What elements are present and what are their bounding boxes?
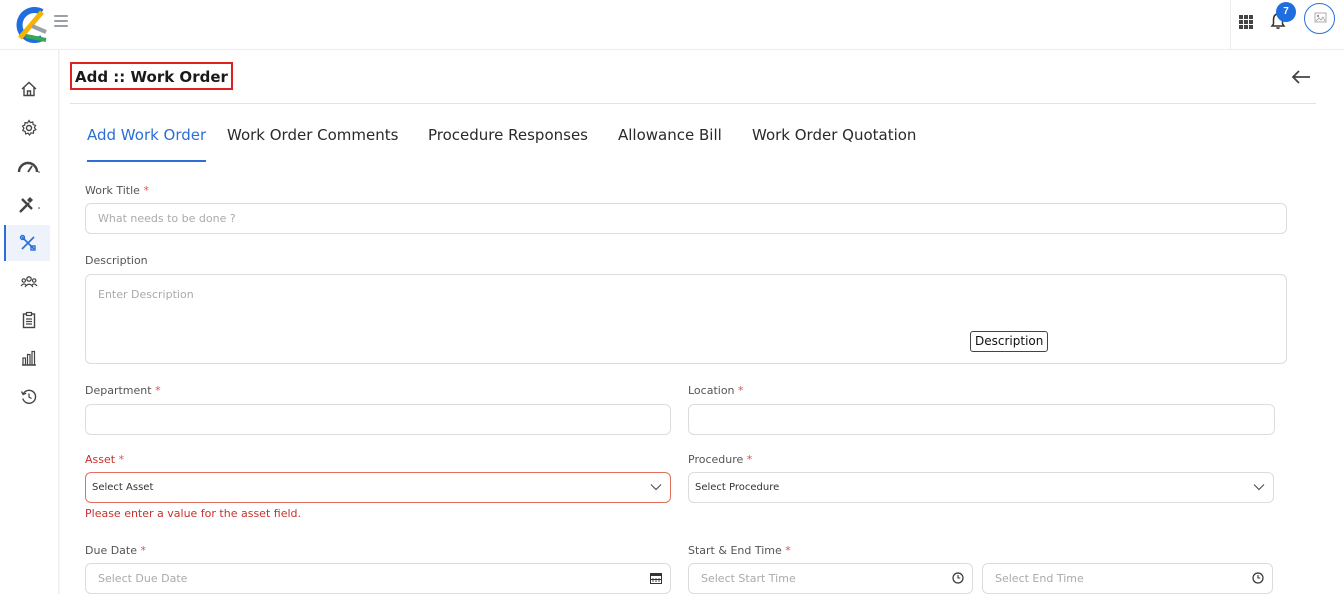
gauge-icon [17,161,40,173]
main-content: Add :: Work Order Add Work Order Work Or… [60,50,1344,594]
sidebar-item-reports[interactable] [8,302,50,338]
department-label-text: Department [85,384,152,397]
apps-grid-icon[interactable] [1238,14,1254,30]
clock-icon [952,572,964,584]
clipboard-icon [22,311,36,329]
asset-label-text: Asset [85,453,116,466]
tab-procedure-responses[interactable]: Procedure Responses [428,126,588,162]
back-arrow-icon[interactable] [1291,69,1311,85]
department-label: Department * [85,384,161,397]
work-title-label: Work Title * [85,184,149,197]
calendar-icon [650,573,662,584]
sidebar-item-history[interactable] [8,379,50,415]
tools-icon [19,197,40,213]
page-title: Add :: Work Order [70,62,233,90]
bar-chart-icon [22,350,36,366]
start-time-placeholder: Select Start Time [701,572,796,585]
topbar-divider [1230,0,1231,50]
chevron-down-icon [650,484,662,491]
required-marker: * [155,384,161,397]
start-end-time-label-text: Start & End Time [688,544,782,557]
procedure-label: Procedure * [688,453,752,466]
required-marker: * [746,453,753,466]
history-icon [20,389,37,404]
asset-select[interactable]: Select Asset [85,472,671,503]
required-marker: * [140,544,147,557]
end-time-input[interactable]: Select End Time [982,563,1273,594]
description-textarea[interactable]: Enter Description [85,274,1287,364]
location-label: Location * [688,384,744,397]
description-tooltip: Description [970,331,1049,352]
sidebar-item-team[interactable] [8,264,50,300]
asset-select-value: Select Asset [92,482,154,493]
location-input[interactable] [688,404,1275,435]
required-marker: * [143,184,149,197]
user-avatar[interactable] [1304,3,1335,34]
due-date-label-text: Due Date [85,544,137,557]
tab-work-order-comments[interactable]: Work Order Comments [227,126,398,162]
avatar-image-icon [1314,12,1327,23]
start-time-input[interactable]: Select Start Time [688,563,973,594]
asset-label: Asset * [85,453,124,466]
tab-add-work-order[interactable]: Add Work Order [87,126,207,162]
start-end-time-label: Start & End Time * [688,544,791,557]
home-icon [21,81,37,97]
wrench-screwdriver-icon [19,234,36,251]
clock-icon [1252,572,1264,584]
notification-badge: 7 [1276,2,1296,22]
work-title-input[interactable]: What needs to be done ? [85,203,1287,234]
asset-error-message: Please enter a value for the asset field… [85,507,301,520]
required-marker: * [785,544,791,557]
required-marker: * [118,453,125,466]
required-marker: * [738,384,744,397]
due-date-placeholder: Select Due Date [98,572,188,585]
procedure-label-text: Procedure [688,453,744,466]
work-title-label-text: Work Title [85,184,140,197]
sidebar-item-settings[interactable] [8,110,50,146]
top-bar: 7 [0,0,1344,50]
procedure-select-value: Select Procedure [695,482,780,493]
chevron-down-icon [1253,484,1265,491]
tab-work-order-quotation[interactable]: Work Order Quotation [752,126,916,162]
sidebar-item-tools[interactable] [8,187,50,223]
description-label: Description [85,254,148,267]
sidebar-item-home[interactable] [8,71,50,107]
sidebar-item-gauge[interactable] [8,149,50,185]
sidebar [0,50,59,594]
app-logo[interactable] [12,6,48,44]
sidebar-item-work-orders[interactable] [4,225,50,261]
procedure-select[interactable]: Select Procedure [688,472,1274,503]
sidebar-item-analytics[interactable] [8,340,50,376]
department-input[interactable] [85,404,671,435]
due-date-input[interactable]: Select Due Date [85,563,671,594]
due-date-label: Due Date * [85,544,146,557]
menu-toggle-icon[interactable] [54,15,68,27]
tab-allowance-bill[interactable]: Allowance Bill [618,126,722,162]
header-divider [70,103,1316,104]
team-icon [20,276,38,288]
gear-icon [21,119,37,136]
end-time-placeholder: Select End Time [995,572,1084,585]
location-label-text: Location [688,384,735,397]
